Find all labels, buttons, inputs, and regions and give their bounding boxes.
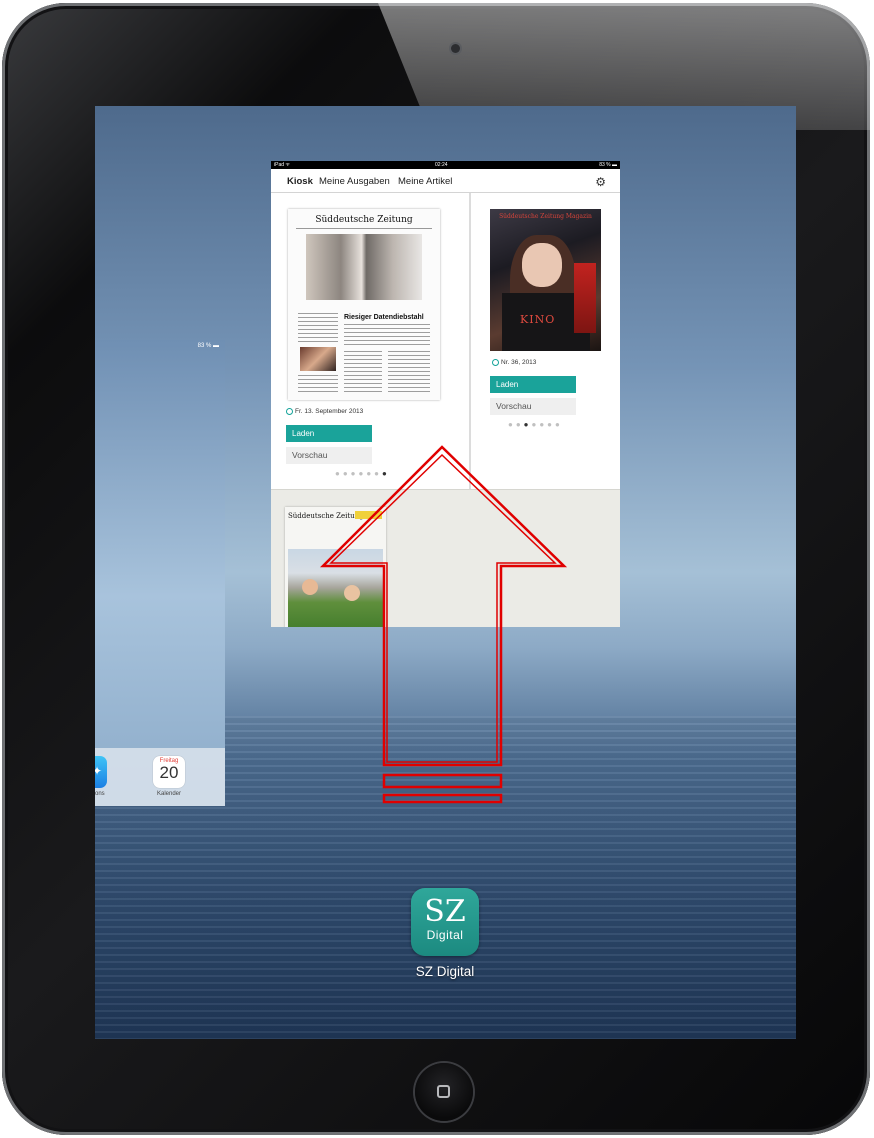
arrow-outline-inner (329, 453, 557, 763)
arrow-outline (319, 445, 568, 767)
arrow-bar-2 (382, 793, 503, 804)
arrow-bar-1 (382, 773, 503, 789)
home-button[interactable] (415, 1063, 473, 1121)
home-square-icon (437, 1085, 450, 1098)
ipad-device: 83 % ▬ ✦ ons Freitag 20 Kalender iPad ᯤ … (0, 0, 874, 1138)
swipe-up-arrow-icon (319, 445, 568, 804)
